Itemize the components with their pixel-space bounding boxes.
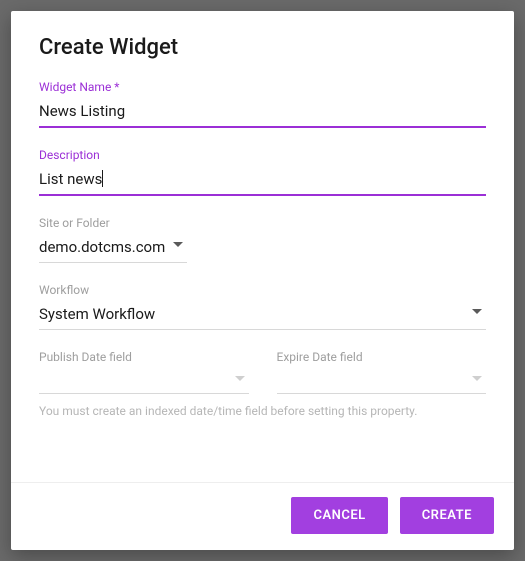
site-folder-value: demo.dotcms.com (39, 234, 187, 263)
publish-date-value (39, 368, 249, 394)
expire-date-label: Expire Date field (277, 350, 487, 364)
create-widget-dialog: Create Widget Widget Name * Description … (11, 11, 514, 550)
site-folder-label: Site or Folder (39, 216, 486, 230)
dialog-title: Create Widget (39, 35, 486, 60)
chevron-down-icon (173, 242, 183, 247)
date-fields-row: Publish Date field Expire Date field (39, 350, 486, 402)
publish-date-field: Publish Date field (39, 350, 249, 394)
publish-date-label: Publish Date field (39, 350, 249, 364)
workflow-label: Workflow (39, 283, 486, 297)
description-input[interactable]: List news (39, 166, 486, 196)
expire-date-field: Expire Date field (277, 350, 487, 394)
site-folder-field: Site or Folder demo.dotcms.com (39, 216, 486, 263)
chevron-down-icon (235, 376, 245, 381)
expire-date-value (277, 368, 487, 394)
date-field-hint: You must create an indexed date/time fie… (39, 404, 486, 418)
chevron-down-icon (472, 376, 482, 381)
publish-date-select[interactable] (39, 368, 249, 394)
text-cursor (102, 170, 103, 187)
create-button[interactable]: CREATE (400, 497, 494, 534)
cancel-button[interactable]: CANCEL (291, 497, 387, 534)
site-folder-select[interactable]: demo.dotcms.com (39, 234, 187, 263)
chevron-down-icon (472, 309, 482, 314)
widget-name-field: Widget Name * (39, 80, 486, 128)
workflow-field: Workflow System Workflow (39, 283, 486, 330)
description-label: Description (39, 148, 486, 162)
description-field: Description List news (39, 148, 486, 196)
expire-date-select[interactable] (277, 368, 487, 394)
dialog-body: Create Widget Widget Name * Description … (11, 11, 514, 482)
dialog-footer: CANCEL CREATE (11, 482, 514, 550)
widget-name-label: Widget Name * (39, 80, 486, 94)
workflow-value: System Workflow (39, 301, 486, 330)
description-value: List news (39, 170, 102, 188)
workflow-select[interactable]: System Workflow (39, 301, 486, 330)
widget-name-input[interactable] (39, 98, 486, 128)
